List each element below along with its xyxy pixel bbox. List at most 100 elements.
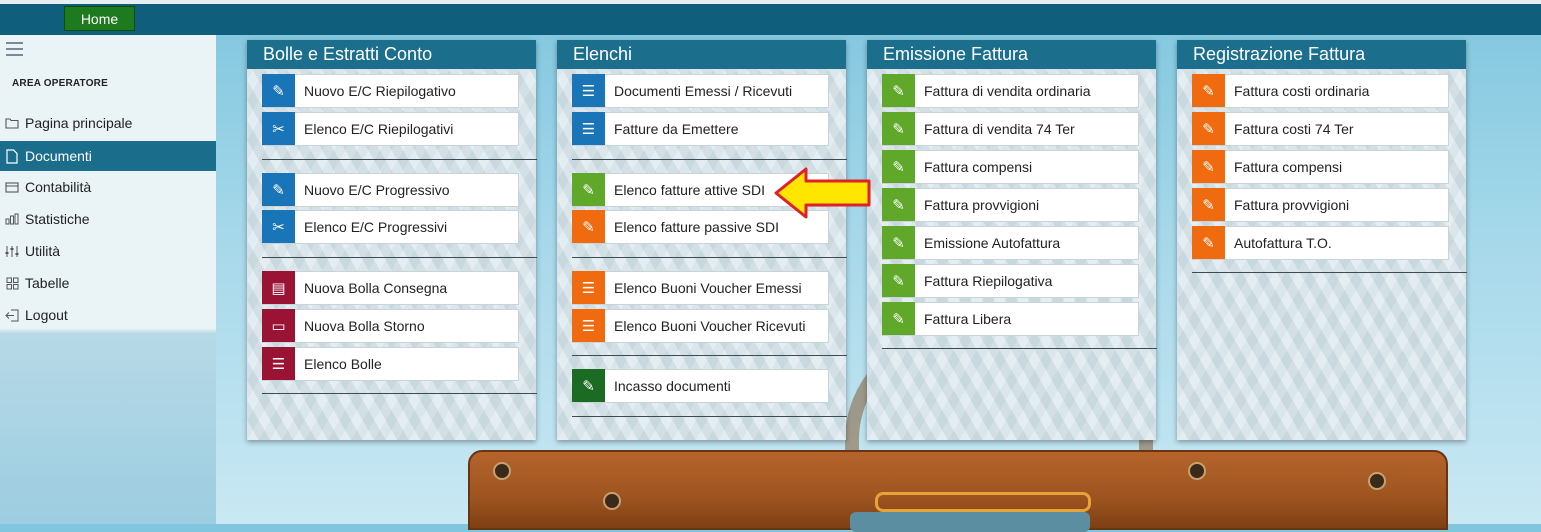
menu-item-nuovo-ec-riepilogativo[interactable]: ✎ Nuovo E/C Riepilogativo bbox=[262, 74, 519, 108]
menu-item-label: Documenti Emessi / Ricevuti bbox=[614, 83, 793, 99]
panel-registrazione-fattura: Registrazione Fattura ✎ Fattura costi or… bbox=[1177, 40, 1467, 440]
suitcase-lock-decoration bbox=[850, 512, 1090, 532]
menu-item-label: Emissione Autofattura bbox=[924, 235, 1061, 251]
menu-item-elenco-buoni-voucher-ricevuti[interactable]: ☰ Elenco Buoni Voucher Ricevuti bbox=[572, 309, 829, 343]
edit-document-icon: ✎ bbox=[882, 188, 915, 221]
divider bbox=[262, 159, 537, 160]
divider bbox=[262, 257, 537, 258]
sidebar-item-logout[interactable]: Logout bbox=[0, 300, 216, 330]
edit-document-icon: ✎ bbox=[262, 173, 295, 206]
menu-item-label: Elenco fatture attive SDI bbox=[614, 182, 765, 198]
menu-item-incasso-documenti[interactable]: ✎ Incasso documenti bbox=[572, 369, 829, 403]
menu-item-fattura-riepilogativa[interactable]: ✎ Fattura Riepilogativa bbox=[882, 264, 1139, 298]
document-icon bbox=[4, 148, 20, 164]
menu-item-label: Fattura provvigioni bbox=[924, 197, 1040, 213]
top-strip bbox=[0, 0, 1541, 4]
grid-icon bbox=[4, 275, 20, 291]
sidebar-item-tabelle[interactable]: Tabelle bbox=[0, 268, 216, 298]
menu-item-elenco-bolle[interactable]: ☰ Elenco Bolle bbox=[262, 347, 519, 381]
menu-item-label: Elenco fatture passive SDI bbox=[614, 219, 779, 235]
menu-item-emissione-autofattura[interactable]: ✎ Emissione Autofattura bbox=[882, 226, 1139, 260]
menu-item-label: Elenco Bolle bbox=[304, 356, 382, 372]
folder-icon: ▭ bbox=[262, 309, 295, 342]
sidebar-item-label: Tabelle bbox=[25, 275, 70, 291]
menu-item-fattura-compensi[interactable]: ✎ Fattura compensi bbox=[882, 150, 1139, 184]
menu-item-label: Fattura Libera bbox=[924, 311, 1012, 327]
rivet-decoration bbox=[493, 462, 511, 480]
divider bbox=[572, 159, 847, 160]
sidebar: AREA OPERATORE Pagina principale Documen… bbox=[0, 35, 216, 524]
sidebar-item-documenti[interactable]: Documenti bbox=[0, 141, 216, 171]
menu-item-autofattura-to[interactable]: ✎ Autofattura T.O. bbox=[1192, 226, 1449, 260]
list-icon: ☰ bbox=[572, 271, 605, 304]
menu-item-fattura-libera[interactable]: ✎ Fattura Libera bbox=[882, 302, 1139, 336]
menu-item-elenco-buoni-voucher-emessi[interactable]: ☰ Elenco Buoni Voucher Emessi bbox=[572, 271, 829, 305]
edit-document-icon: ✎ bbox=[1192, 74, 1225, 107]
menu-item-label: Elenco E/C Riepilogativi bbox=[304, 121, 454, 137]
bar-chart-icon bbox=[4, 211, 20, 227]
edit-document-icon: ✎ bbox=[572, 210, 605, 243]
suitcase-plate-decoration bbox=[875, 492, 1091, 512]
panel-title: Registrazione Fattura bbox=[1177, 40, 1466, 69]
menu-item-fattura-vendita-74-ter[interactable]: ✎ Fattura di vendita 74 Ter bbox=[882, 112, 1139, 146]
menu-item-documenti-emessi-ricevuti[interactable]: ☰ Documenti Emessi / Ricevuti bbox=[572, 74, 829, 108]
menu-item-label: Nuova Bolla Consegna bbox=[304, 280, 448, 296]
menu-item-fattura-costi-74-ter[interactable]: ✎ Fattura costi 74 Ter bbox=[1192, 112, 1449, 146]
sidebar-item-label: Statistiche bbox=[25, 211, 90, 227]
sidebar-item-utilita[interactable]: Utilità bbox=[0, 236, 216, 266]
divider bbox=[882, 348, 1157, 349]
top-navigation-bar: Home bbox=[0, 0, 1541, 35]
sidebar-item-label: Contabilità bbox=[25, 179, 92, 195]
menu-item-elenco-ec-progressivi[interactable]: ✂ Elenco E/C Progressivi bbox=[262, 210, 519, 244]
list-icon: ☰ bbox=[572, 309, 605, 342]
panel-title: Bolle e Estratti Conto bbox=[247, 40, 536, 69]
menu-item-label: Fattura provvigioni bbox=[1234, 197, 1350, 213]
sidebar-item-statistiche[interactable]: Statistiche bbox=[0, 204, 216, 234]
menu-item-label: Elenco Buoni Voucher Ricevuti bbox=[614, 318, 806, 334]
menu-item-nuova-bolla-storno[interactable]: ▭ Nuova Bolla Storno bbox=[262, 309, 519, 343]
logout-icon bbox=[4, 307, 20, 323]
menu-item-fattura-provvigioni-costi[interactable]: ✎ Fattura provvigioni bbox=[1192, 188, 1449, 222]
edit-document-icon: ✎ bbox=[882, 226, 915, 259]
menu-item-label: Fattura costi 74 Ter bbox=[1234, 121, 1354, 137]
sidebar-item-contabilita[interactable]: Contabilità bbox=[0, 172, 216, 202]
list-icon: ☰ bbox=[572, 74, 605, 107]
menu-item-label: Fatture da Emettere bbox=[614, 121, 739, 137]
menu-item-fattura-provvigioni[interactable]: ✎ Fattura provvigioni bbox=[882, 188, 1139, 222]
yellow-arrow-icon bbox=[774, 167, 871, 219]
sidebar-item-pagina-principale[interactable]: Pagina principale bbox=[0, 108, 216, 138]
panel-bolle-estratti-conto: Bolle e Estratti Conto ✎ Nuovo E/C Riepi… bbox=[247, 40, 537, 440]
sliders-icon bbox=[4, 243, 20, 259]
edit-document-icon: ✎ bbox=[572, 369, 605, 402]
menu-item-label: Elenco Buoni Voucher Emessi bbox=[614, 280, 802, 296]
panel-title: Elenchi bbox=[557, 40, 846, 69]
edit-document-icon: ✎ bbox=[882, 112, 915, 145]
edit-document-icon: ✎ bbox=[1192, 226, 1225, 259]
menu-item-label: Fattura Riepilogativa bbox=[924, 273, 1053, 289]
edit-document-icon: ✎ bbox=[262, 74, 295, 107]
hamburger-menu-icon[interactable] bbox=[6, 42, 23, 56]
menu-item-nuovo-ec-progressivo[interactable]: ✎ Nuovo E/C Progressivo bbox=[262, 173, 519, 207]
menu-item-label: Incasso documenti bbox=[614, 378, 731, 394]
sidebar-item-label: Pagina principale bbox=[25, 115, 133, 131]
menu-item-label: Nuovo E/C Riepilogativo bbox=[304, 83, 456, 99]
folder-icon bbox=[4, 115, 20, 131]
menu-item-fattura-costi-ordinaria[interactable]: ✎ Fattura costi ordinaria bbox=[1192, 74, 1449, 108]
list-icon: ☰ bbox=[262, 347, 295, 380]
scissors-list-icon: ✂ bbox=[262, 210, 295, 243]
menu-item-fattura-compensi-costi[interactable]: ✎ Fattura compensi bbox=[1192, 150, 1449, 184]
home-tab[interactable]: Home bbox=[64, 6, 135, 31]
edit-document-icon: ✎ bbox=[1192, 150, 1225, 183]
divider bbox=[572, 257, 847, 258]
menu-item-label: Fattura compensi bbox=[1234, 159, 1343, 175]
menu-item-nuova-bolla-consegna[interactable]: ▤ Nuova Bolla Consegna bbox=[262, 271, 519, 305]
menu-item-label: Fattura di vendita 74 Ter bbox=[924, 121, 1075, 137]
divider bbox=[262, 393, 537, 394]
menu-item-fattura-vendita-ordinaria[interactable]: ✎ Fattura di vendita ordinaria bbox=[882, 74, 1139, 108]
menu-item-elenco-ec-riepilogativi[interactable]: ✂ Elenco E/C Riepilogativi bbox=[262, 112, 519, 146]
menu-item-label: Nuovo E/C Progressivo bbox=[304, 182, 450, 198]
panel-emissione-fattura: Emissione Fattura ✎ Fattura di vendita o… bbox=[867, 40, 1157, 440]
scissors-list-icon: ✂ bbox=[262, 112, 295, 145]
menu-item-fatture-da-emettere[interactable]: ☰ Fatture da Emettere bbox=[572, 112, 829, 146]
divider bbox=[572, 355, 847, 356]
